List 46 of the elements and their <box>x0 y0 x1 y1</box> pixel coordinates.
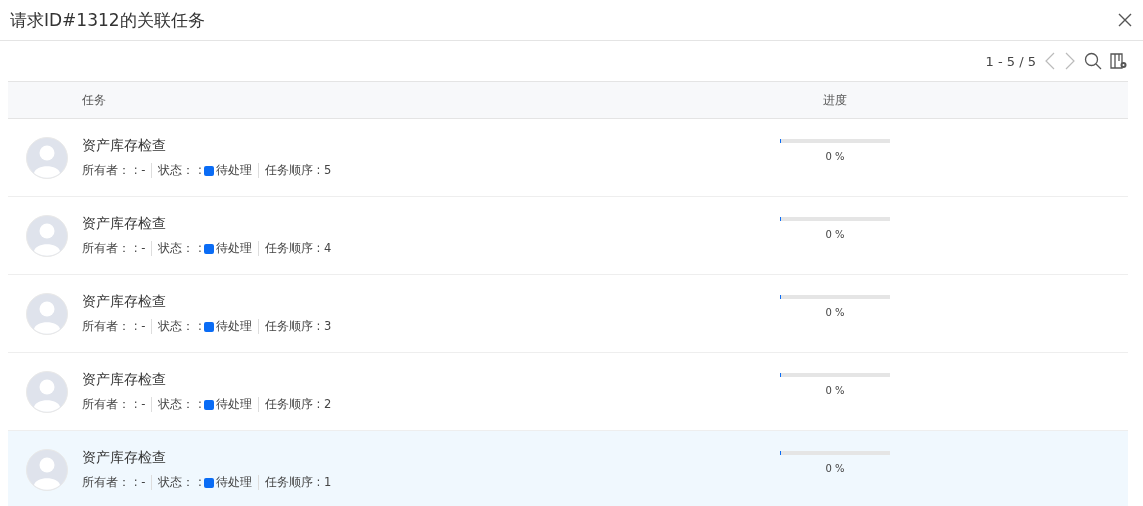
task-order: 任务顺序 : 1 <box>264 475 332 490</box>
progress-percent: 0 % <box>825 385 845 396</box>
progress-percent: 0 % <box>825 229 845 240</box>
avatar-icon <box>26 370 68 413</box>
status-value: 待处理 <box>215 475 252 490</box>
status-label: 状态： : <box>158 397 202 412</box>
owner-field: 所有者： : - <box>82 163 146 178</box>
task-name[interactable]: 资产库存检查 <box>82 293 780 311</box>
task-order: 任务顺序 : 3 <box>264 319 332 334</box>
status-label: 状态： : <box>158 241 202 256</box>
task-order: 任务顺序 : 5 <box>264 163 332 178</box>
close-icon[interactable] <box>1117 12 1133 28</box>
dialog-title: 请求ID#1312的关联任务 <box>10 8 205 32</box>
task-order: 任务顺序 : 2 <box>264 397 332 412</box>
page-range: 1 - 5 / 5 <box>985 53 1036 69</box>
column-header: 任务 <box>82 91 107 109</box>
progress-percent: 0 % <box>825 307 845 318</box>
task-name[interactable]: 资产库存检查 <box>82 137 780 155</box>
status-value: 待处理 <box>215 319 252 334</box>
status-value: 待处理 <box>215 397 252 412</box>
table-row[interactable]: 资产库存检查 所有者： : - 状态： : 待处理 任务顺序 : 5 0 % <box>8 119 1128 197</box>
task-order: 任务顺序 : 4 <box>264 241 332 256</box>
task-name[interactable]: 资产库存检查 <box>82 449 780 467</box>
table-row[interactable]: 资产库存检查 所有者： : - 状态： : 待处理 任务顺序 : 3 0 % <box>8 275 1128 353</box>
status-value: 待处理 <box>215 163 252 178</box>
task-name[interactable]: 资产库存检查 <box>82 215 780 233</box>
task-name[interactable]: 资产库存检查 <box>82 371 780 389</box>
status-label: 状态： : <box>158 475 202 490</box>
table-row[interactable]: 资产库存检查 所有者： : - 状态： : 待处理 任务顺序 : 4 0 % <box>8 197 1128 275</box>
owner-field: 所有者： : - <box>82 319 146 334</box>
owner-field: 所有者： : - <box>82 397 146 412</box>
progress-percent: 0 % <box>825 151 845 162</box>
progress-percent: 0 % <box>825 463 845 474</box>
owner-field: 所有者： : - <box>82 241 146 256</box>
owner-field: 所有者： : - <box>82 475 146 490</box>
column-header: 进度 <box>822 91 848 109</box>
status-label: 状态： : <box>158 163 202 178</box>
status-label: 状态： : <box>158 319 202 334</box>
avatar-icon <box>26 214 68 257</box>
table-row[interactable]: 资产库存检查 所有者： : - 状态： : 待处理 任务顺序 : 1 0 % <box>8 431 1128 506</box>
status-value: 待处理 <box>215 241 252 256</box>
avatar-icon <box>26 136 68 179</box>
avatar-icon <box>26 292 68 335</box>
avatar-icon <box>26 448 68 491</box>
search-icon[interactable] <box>1084 52 1102 70</box>
column-settings-icon[interactable] <box>1110 52 1128 70</box>
